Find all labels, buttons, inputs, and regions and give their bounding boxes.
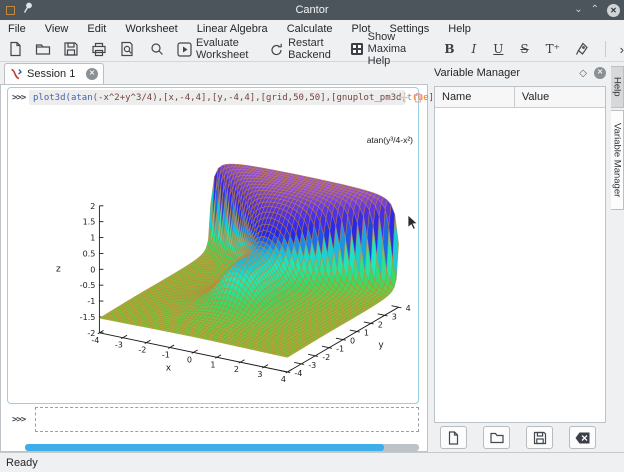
prompt-2: >>> [12,415,25,425]
panel-title: Variable Manager [434,67,520,79]
column-header-name[interactable]: Name [435,87,515,107]
new-document-icon[interactable] [8,41,23,57]
close-window-button[interactable]: ✕ [607,4,620,17]
dock-tab-strip: Help Variable Manager [611,62,624,452]
window-title: Cantor [0,4,624,16]
menu-file[interactable]: File [8,23,26,35]
new-variable-button[interactable] [440,426,467,449]
tab-label: Session 1 [27,68,81,80]
toolbar-separator [605,41,606,57]
menu-edit[interactable]: Edit [87,23,106,35]
plot3d-result [27,109,425,401]
superscript-button[interactable]: T⁺ [546,42,560,56]
column-header-value[interactable]: Value [515,91,549,103]
tab-session-1[interactable]: Session 1 ✕ [4,63,104,84]
trash-icon[interactable] [413,92,423,103]
restart-icon [269,41,284,57]
cantor-window: Cantor ⌄ ⌃ ✕ File View Edit Worksheet Li… [0,0,624,472]
tab-close-icon[interactable]: ✕ [86,68,98,80]
plot3d-canvas [27,109,425,401]
plot-title: atan(y³/4-x²) [331,135,413,145]
menu-linear-algebra[interactable]: Linear Algebra [197,23,268,35]
code-segment: plot3d( [33,93,71,103]
minimize-button[interactable]: ⌄ [574,5,582,15]
tab-bar: Session 1 ✕ [0,62,428,84]
status-bar: Ready [0,452,624,472]
find-icon[interactable] [149,41,165,57]
tab-variable-manager[interactable]: Variable Manager [611,110,624,210]
print-icon[interactable] [91,41,107,57]
mouse-cursor [407,215,419,231]
progress-fill [25,444,384,451]
status-text: Ready [6,457,38,469]
open-folder-icon[interactable] [35,41,51,57]
restart-backend-button[interactable]: Restart Backend [269,37,338,61]
clear-variables-button[interactable] [569,426,596,449]
prompt-1: >>> [12,93,25,103]
variable-manager-panel: Variable Manager ◇ ✕ Name Value [430,62,610,452]
maximize-button[interactable]: ⌃ [591,5,599,15]
progress-bar [25,444,419,451]
toolbar-overflow-button[interactable]: › [620,42,624,57]
code-segment: -x^2+y^3/4),[x,-4,4],[y,-4,4],[grid,50,5… [98,93,407,103]
print-preview-icon[interactable] [119,41,135,57]
drag-handle-icon[interactable] [399,92,410,103]
code-segment: atan( [71,93,98,103]
menu-bar: File View Edit Worksheet Linear Algebra … [0,20,624,37]
save-variables-button[interactable] [526,426,553,449]
variable-manager-buttons [440,426,596,450]
underline-button[interactable]: U [493,42,503,56]
pen-color-icon[interactable] [575,41,589,57]
panel-close-icon[interactable]: ✕ [594,67,606,79]
toolbar: Evaluate Worksheet Restart Backend Show … [0,37,624,62]
worksheet: >>> plot3d(atan(-x^2+y^3/4),[x,-4,4],[y,… [0,84,428,452]
empty-command-entry[interactable] [35,407,419,432]
menu-worksheet[interactable]: Worksheet [125,23,177,35]
menu-view[interactable]: View [45,23,69,35]
menu-calculate[interactable]: Calculate [287,23,333,35]
load-variables-button[interactable] [483,426,510,449]
titlebar: Cantor ⌄ ⌃ ✕ [0,0,624,20]
float-panel-icon[interactable]: ◇ [579,68,587,79]
save-icon[interactable] [63,41,79,57]
command-code[interactable]: plot3d(atan(-x^2+y^3/4),[x,-4,4],[y,-4,4… [33,93,445,103]
evaluate-icon [177,41,192,57]
variables-table: Name Value [434,86,606,423]
italic-button[interactable]: I [472,42,477,56]
bold-button[interactable]: B [444,42,454,56]
maxima-icon [10,68,22,80]
menu-help[interactable]: Help [448,23,471,35]
tab-help[interactable]: Help [611,66,624,108]
evaluate-worksheet-button[interactable]: Evaluate Worksheet [177,37,257,61]
strikethrough-button[interactable]: S [520,42,528,56]
maxima-help-icon [350,41,364,57]
